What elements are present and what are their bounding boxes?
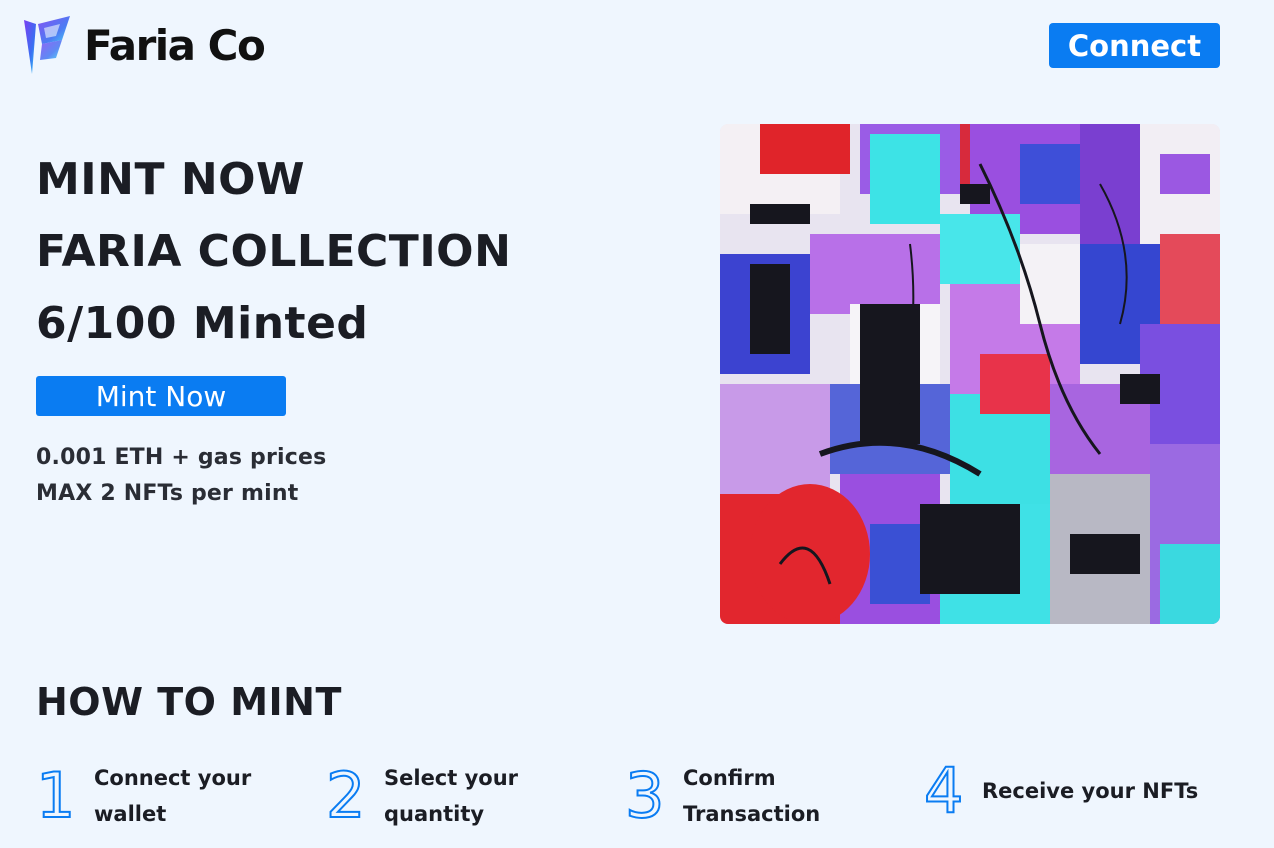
step-number: 4 — [923, 754, 964, 827]
price-info: 0.001 ETH + gas prices — [36, 445, 327, 470]
connect-wallet-button[interactable]: Connect — [1049, 23, 1220, 68]
step-3: 3 Confirm Transaction — [624, 759, 821, 832]
step-4: 4 Receive your NFTs — [923, 754, 1199, 827]
faria-logo-icon — [24, 16, 70, 74]
step-2: 2 Select your quantity — [325, 759, 519, 832]
step-number: 3 — [624, 759, 665, 832]
mint-now-button[interactable]: Mint Now — [36, 376, 286, 416]
step-number: 2 — [325, 759, 366, 832]
step-label: Select your quantity — [384, 766, 519, 826]
step-label: Confirm Transaction — [683, 766, 821, 826]
step-label: Receive your NFTs — [982, 779, 1199, 803]
hero-title-line2: FARIA COLLECTION — [36, 226, 512, 277]
step-1: 1 Connect your wallet — [35, 759, 252, 832]
step-number: 1 — [35, 759, 76, 832]
step-label: Connect your wallet — [94, 766, 252, 826]
how-to-mint-title: HOW TO MINT — [36, 680, 342, 724]
hero-title-line1: MINT NOW — [36, 154, 306, 205]
minted-count: 6/100 Minted — [36, 298, 369, 349]
limit-info: MAX 2 NFTs per mint — [36, 481, 299, 506]
nft-artwork-image — [720, 124, 1220, 624]
brand-logo[interactable]: Faria Co — [22, 14, 266, 76]
brand-name: Faria Co — [84, 20, 266, 70]
